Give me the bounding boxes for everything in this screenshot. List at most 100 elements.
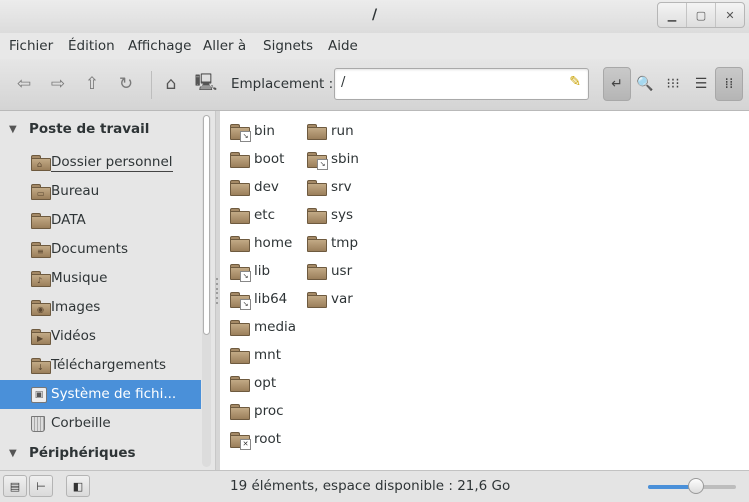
maximize-button[interactable]: ▢ xyxy=(687,3,716,27)
sidebar-item[interactable]: ▣ Système de fichi... xyxy=(0,380,201,409)
menu-edition[interactable]: Édition xyxy=(68,38,115,54)
home-folder-icon: ⌂ xyxy=(31,155,51,171)
folder-icon: ↘ xyxy=(307,152,328,170)
menu-fichier[interactable]: Fichier xyxy=(9,38,53,54)
location-input[interactable]: / ✎ xyxy=(334,68,589,100)
folder-icon xyxy=(307,180,327,196)
list-view-icon: ☰ xyxy=(694,76,708,92)
menu-signets[interactable]: Signets xyxy=(263,38,313,54)
sidebar-item[interactable]: ▶ Vidéos xyxy=(0,322,201,351)
file-name: etc xyxy=(254,207,276,223)
folder-icon xyxy=(230,348,250,364)
window-controls: ▁ ▢ ✕ xyxy=(657,2,745,28)
trash-icon xyxy=(31,416,45,432)
file-name: lib xyxy=(254,263,271,279)
computer-button[interactable]: 🖳 xyxy=(193,71,219,97)
close-button[interactable]: ✕ xyxy=(716,3,744,27)
toggle-location-button[interactable]: ↵ xyxy=(603,67,631,101)
folder-icon xyxy=(230,376,250,392)
file-name: sbin xyxy=(331,151,359,167)
menu-affichage[interactable]: Affichage xyxy=(128,38,191,54)
sidebar-section-label: Périphériques xyxy=(29,445,136,461)
up-arrow-icon: ⇧ xyxy=(84,74,100,94)
location-label: Emplacement : xyxy=(231,76,334,92)
sidebar-section-label: Poste de travail xyxy=(29,121,150,137)
sidebar-item-label: Dossier personnel xyxy=(51,154,173,172)
folder-icon xyxy=(230,320,250,336)
file-view[interactable]: ↘ bin boot dev etc home ↘ lib ↘ lib64 media mnt opt p… xyxy=(220,111,749,470)
menu-bar: Fichier Édition Affichage Aller à Signet… xyxy=(0,33,749,59)
symlink-emblem-icon: ↘ xyxy=(240,271,251,282)
status-text: 19 éléments, espace disponible : 21,6 Go xyxy=(230,478,511,494)
sidebar-item[interactable]: ⌂ Dossier personnel xyxy=(0,148,201,177)
sidebar-item-label: Vidéos xyxy=(51,328,96,344)
music-folder-icon: ♪ xyxy=(31,271,51,287)
title-bar: / ▁ ▢ ✕ xyxy=(0,0,749,34)
icon-view-button[interactable]: ⁝⁝⁝ xyxy=(660,67,686,101)
sidebar-scrollbar[interactable] xyxy=(202,115,211,467)
scrollbar-thumb[interactable] xyxy=(203,115,210,335)
sidebar-section-computer[interactable]: ▼ Poste de travail xyxy=(0,119,205,143)
sidebar-item[interactable]: Corbeille xyxy=(0,409,201,438)
sidebar-section-devices[interactable]: ▼ Périphériques xyxy=(0,443,205,467)
symlink-emblem-icon: ↘ xyxy=(240,131,251,142)
sidebar-item[interactable]: ▭ Bureau xyxy=(0,177,201,206)
compact-view-button[interactable]: ⁞⁞ xyxy=(715,67,743,101)
documents-folder-icon: ≡ xyxy=(31,242,51,258)
menu-aller-a[interactable]: Aller à xyxy=(203,38,246,54)
file-name: home xyxy=(254,235,293,251)
file-name: boot xyxy=(254,151,285,167)
file-name: lib64 xyxy=(254,291,288,307)
menu-aide[interactable]: Aide xyxy=(328,38,358,54)
file-name: sys xyxy=(331,207,354,223)
folder-icon xyxy=(307,292,327,308)
folder-icon xyxy=(307,124,327,140)
folder-icon: ↘ xyxy=(230,292,251,310)
search-icon: 🔍 xyxy=(636,76,654,92)
toggle-sidebar-button[interactable]: ◧ xyxy=(66,475,90,497)
folder-icon xyxy=(230,236,250,252)
list-view-button[interactable]: ☰ xyxy=(688,67,714,101)
toolbar-separator xyxy=(151,71,152,99)
sidebar-item[interactable]: ↓ Téléchargements xyxy=(0,351,201,380)
sidebar-item-label: Documents xyxy=(51,241,128,257)
downloads-folder-icon: ↓ xyxy=(31,358,51,374)
file-name: bin xyxy=(254,123,275,139)
file-name: proc xyxy=(254,403,284,419)
sidebar-item[interactable]: ♪ Musique xyxy=(0,264,201,293)
window-title: / xyxy=(371,7,378,23)
sidebar-icon: ◧ xyxy=(72,479,84,493)
reload-button[interactable]: ↻ xyxy=(113,71,139,97)
sidebar-item[interactable]: DATA xyxy=(0,206,201,235)
location-value: / xyxy=(341,75,346,90)
clear-icon[interactable]: ✎ xyxy=(569,74,581,90)
sidebar-item[interactable]: ◉ Images xyxy=(0,293,201,322)
minimize-button[interactable]: ▁ xyxy=(658,3,687,27)
videos-folder-icon: ▶ xyxy=(31,329,51,345)
up-button[interactable]: ⇧ xyxy=(79,71,105,97)
folder-icon xyxy=(307,264,327,280)
show-tree-button[interactable]: ⊢ xyxy=(29,475,53,497)
sidebar-item-label: Images xyxy=(51,299,101,315)
file-name: media xyxy=(254,319,297,335)
file-name: usr xyxy=(331,263,353,279)
sidebar-item[interactable]: ≡ Documents xyxy=(0,235,201,264)
folder-icon xyxy=(230,404,250,420)
show-places-button[interactable]: ▤ xyxy=(3,475,27,497)
sidebar-item-label: Téléchargements xyxy=(51,357,167,373)
back-button[interactable]: ⇦ xyxy=(11,71,37,97)
sidebar-item-label: DATA xyxy=(51,212,86,228)
forward-button[interactable]: ⇨ xyxy=(45,71,71,97)
forward-arrow-icon: ⇨ xyxy=(50,74,66,94)
zoom-slider-handle[interactable] xyxy=(688,478,705,494)
folder-icon xyxy=(307,208,327,224)
folder-icon xyxy=(31,213,51,229)
home-button[interactable]: ⌂ xyxy=(158,71,184,97)
search-button[interactable]: 🔍 xyxy=(632,67,658,101)
maximize-icon: ▢ xyxy=(695,8,707,22)
sidebar-item-label: Bureau xyxy=(51,183,100,199)
sidebar-item-label: Corbeille xyxy=(51,415,111,431)
toolbar: ⇦ ⇨ ⇧ ↻ ⌂ 🖳 Emplacement : / ✎ ↵ 🔍 ⁝⁝⁝ ☰ … xyxy=(0,59,749,111)
location-toggle-icon: ↵ xyxy=(611,76,623,92)
file-name: var xyxy=(331,291,353,307)
